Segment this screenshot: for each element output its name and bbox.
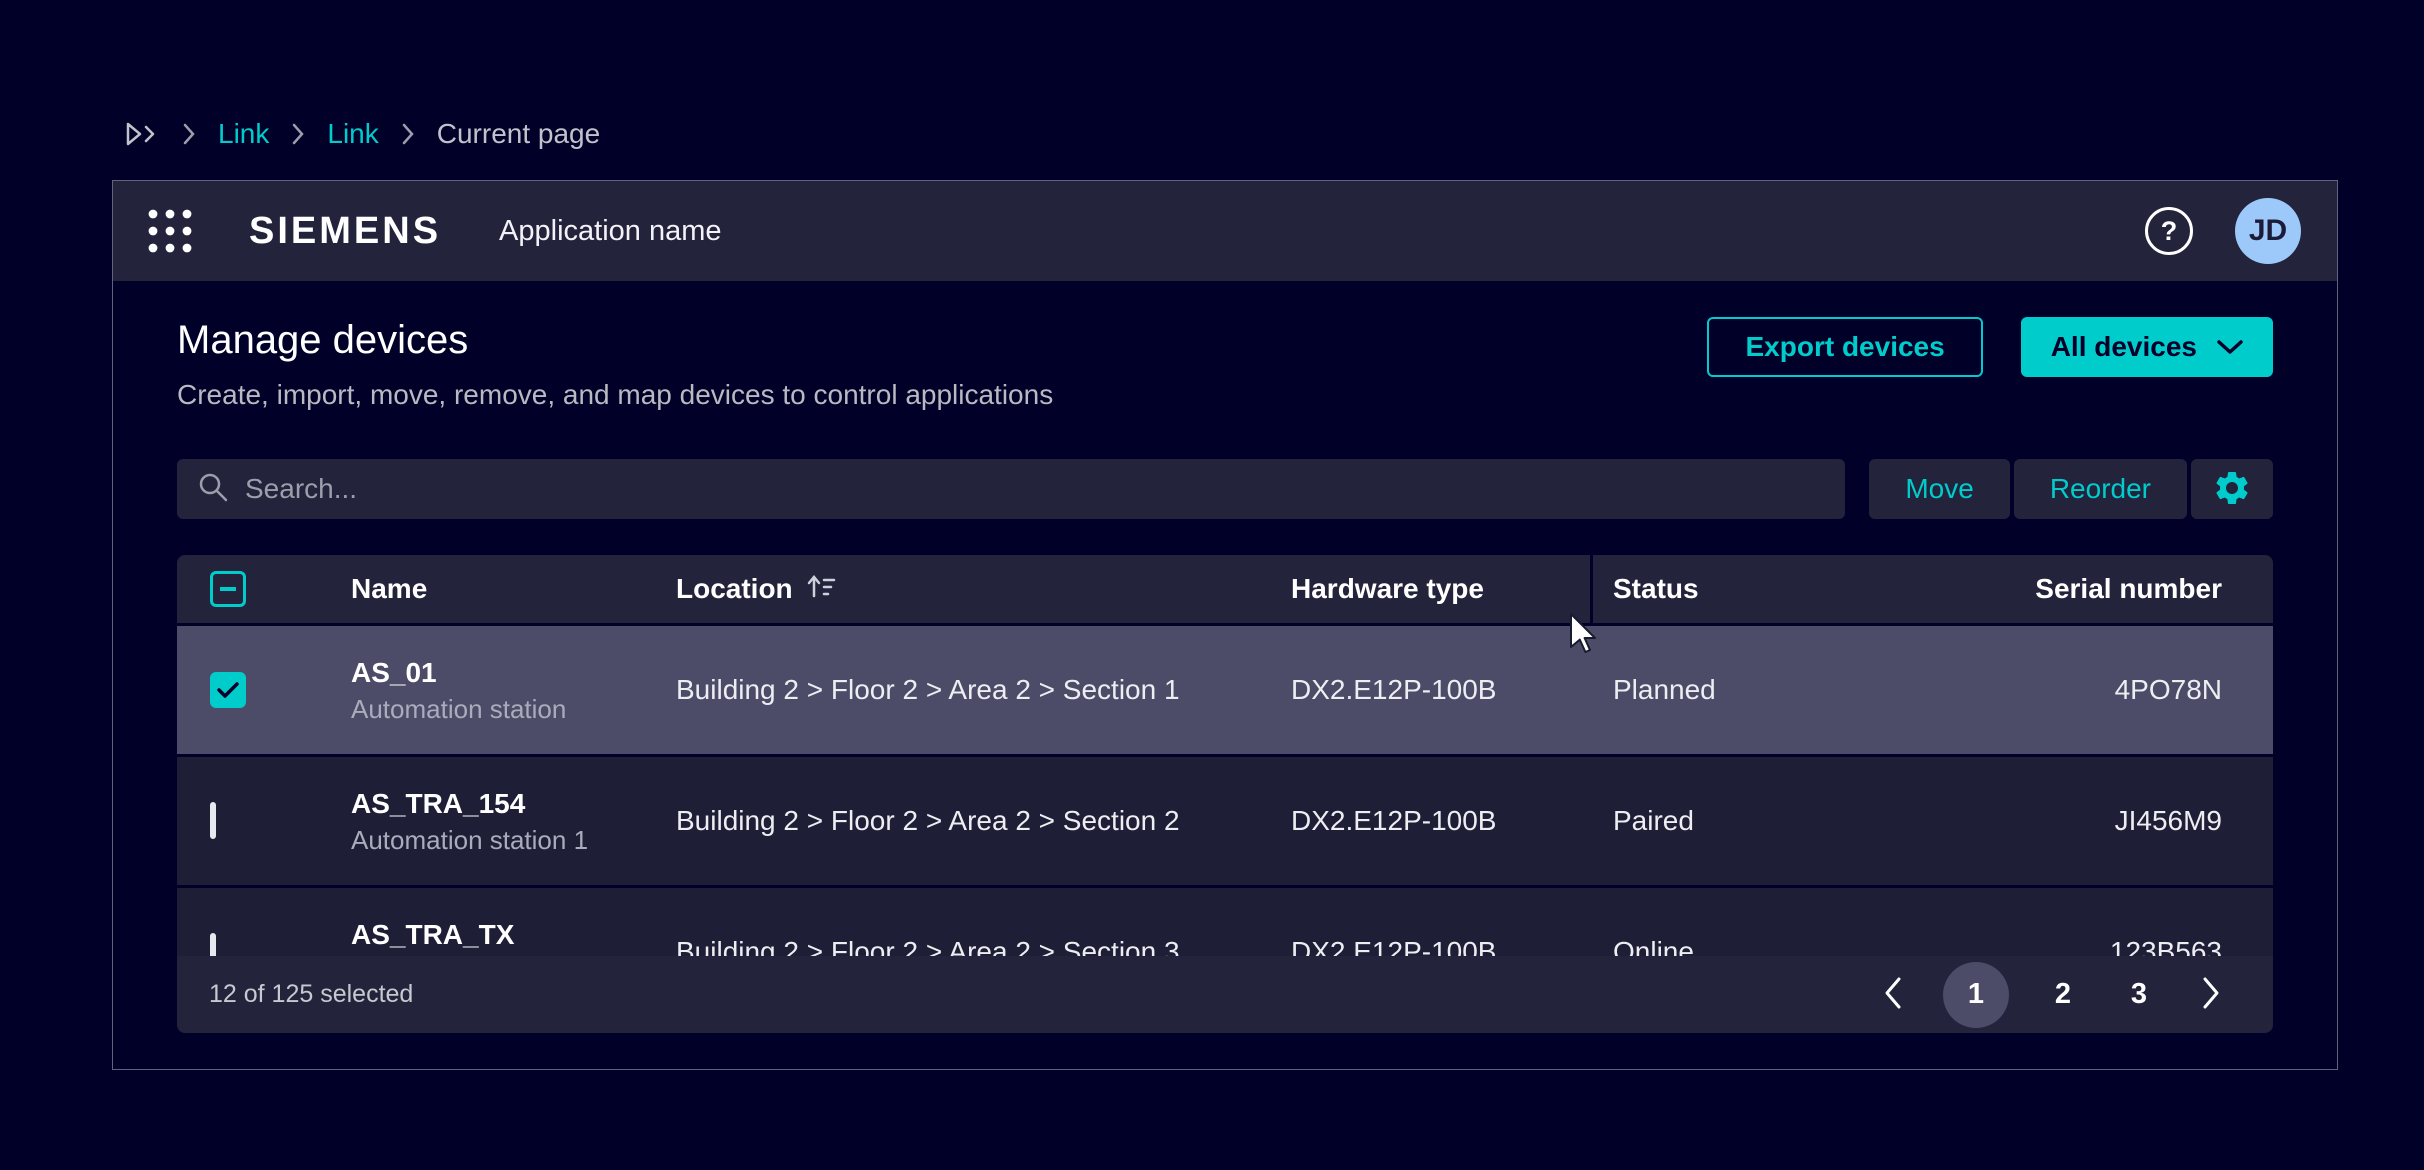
search-bar [177,459,1845,519]
export-devices-button[interactable]: Export devices [1707,317,1982,377]
siemens-logo: SIEMENS [249,210,441,253]
reorder-button[interactable]: Reorder [2014,459,2187,519]
table-row[interactable]: AS_TRA_154 Automation station 1 Building… [177,754,2273,885]
device-location: Building 2 > Floor 2 > Area 2 > Section … [676,936,1291,956]
device-description: Automation station 1 [351,825,676,855]
page-subtitle: Create, import, move, remove, and map de… [177,379,1053,411]
device-name: AS_TRA_TX [351,919,676,951]
search-input[interactable] [245,473,1825,505]
selection-count: 12 of 125 selected [209,980,413,1009]
table-settings-button[interactable] [2191,459,2273,519]
search-icon [197,471,229,508]
chevron-right-icon [401,123,415,145]
chevron-right-icon [182,123,196,145]
device-status: Paired [1591,805,1881,837]
column-header-serial-number[interactable]: Serial number [1881,573,2273,605]
device-hardware-type: DX2.E12P-100B [1291,674,1591,706]
column-header-status[interactable]: Status [1591,573,1881,605]
device-location: Building 2 > Floor 2 > Area 2 > Section … [676,805,1291,837]
pagination-page-3[interactable]: 3 [2117,978,2161,1011]
breadcrumb-link-2[interactable]: Link [327,118,378,150]
device-hardware-type: DX2.E12P-100B [1291,805,1591,837]
page-title-block: Manage devices Create, import, move, rem… [177,317,1053,411]
app-window: SIEMENS Application name ? JD Manage dev… [112,180,2338,1070]
device-serial-number: 4PO78N [1881,674,2273,706]
devices-table: Name Location Hardware type Status Seria… [177,555,2273,956]
breadcrumb-collapsed-icon[interactable] [122,118,160,150]
table-footer: 12 of 125 selected 1 2 3 [177,956,2273,1033]
column-header-hardware-type[interactable]: Hardware type [1291,573,1591,605]
device-status: Online [1591,936,1881,956]
sort-ascending-icon [805,571,837,608]
row-checkbox-checked[interactable] [210,672,246,708]
app-switcher-icon[interactable] [147,208,193,254]
column-resize-divider[interactable] [1590,555,1593,623]
breadcrumb: Link Link Current page [122,110,600,158]
pagination: 1 2 3 [1875,962,2229,1028]
avatar[interactable]: JD [2235,198,2301,264]
device-name: AS_TRA_154 [351,788,676,820]
gear-icon [2212,468,2252,511]
chevron-left-icon [1883,976,1903,1013]
device-status: Planned [1591,674,1881,706]
help-icon[interactable]: ? [2145,207,2193,255]
pagination-next-button[interactable] [2193,976,2229,1013]
pagination-page-1[interactable]: 1 [1943,962,2009,1028]
device-location: Building 2 > Floor 2 > Area 2 > Section … [676,674,1291,706]
breadcrumb-current-page: Current page [437,118,600,150]
row-checkbox-unchecked[interactable] [210,933,216,956]
chevron-down-icon [2217,331,2243,363]
breadcrumb-link-1[interactable]: Link [218,118,269,150]
pagination-page-2[interactable]: 2 [2041,978,2085,1011]
device-name: AS_01 [351,657,676,689]
page-title: Manage devices [177,317,1053,363]
select-all-checkbox[interactable] [210,571,246,607]
app-header: SIEMENS Application name ? JD [113,181,2337,281]
table-row[interactable]: AS_TRA_TX Building 2 > Floor 2 > Area 2 … [177,885,2273,956]
column-header-name[interactable]: Name [351,573,676,605]
pagination-prev-button[interactable] [1875,976,1911,1013]
content-area: Manage devices Create, import, move, rem… [113,281,2337,1033]
column-header-location[interactable]: Location [676,571,1291,608]
move-button[interactable]: Move [1869,459,2009,519]
chevron-right-icon [2201,976,2221,1013]
table-row[interactable]: AS_01 Automation station Building 2 > Fl… [177,623,2273,754]
chevron-right-icon [291,123,305,145]
device-description [351,956,676,957]
table-header-row: Name Location Hardware type Status Seria… [177,555,2273,623]
device-serial-number: JI456M9 [1881,805,2273,837]
device-description: Automation station [351,694,676,724]
device-scope-dropdown[interactable]: All devices [2021,317,2273,377]
row-checkbox-unchecked[interactable] [210,802,216,839]
device-hardware-type: DX2.E12P-100B [1291,936,1591,956]
device-serial-number: 123B563 [1881,936,2273,956]
application-name: Application name [499,215,721,248]
